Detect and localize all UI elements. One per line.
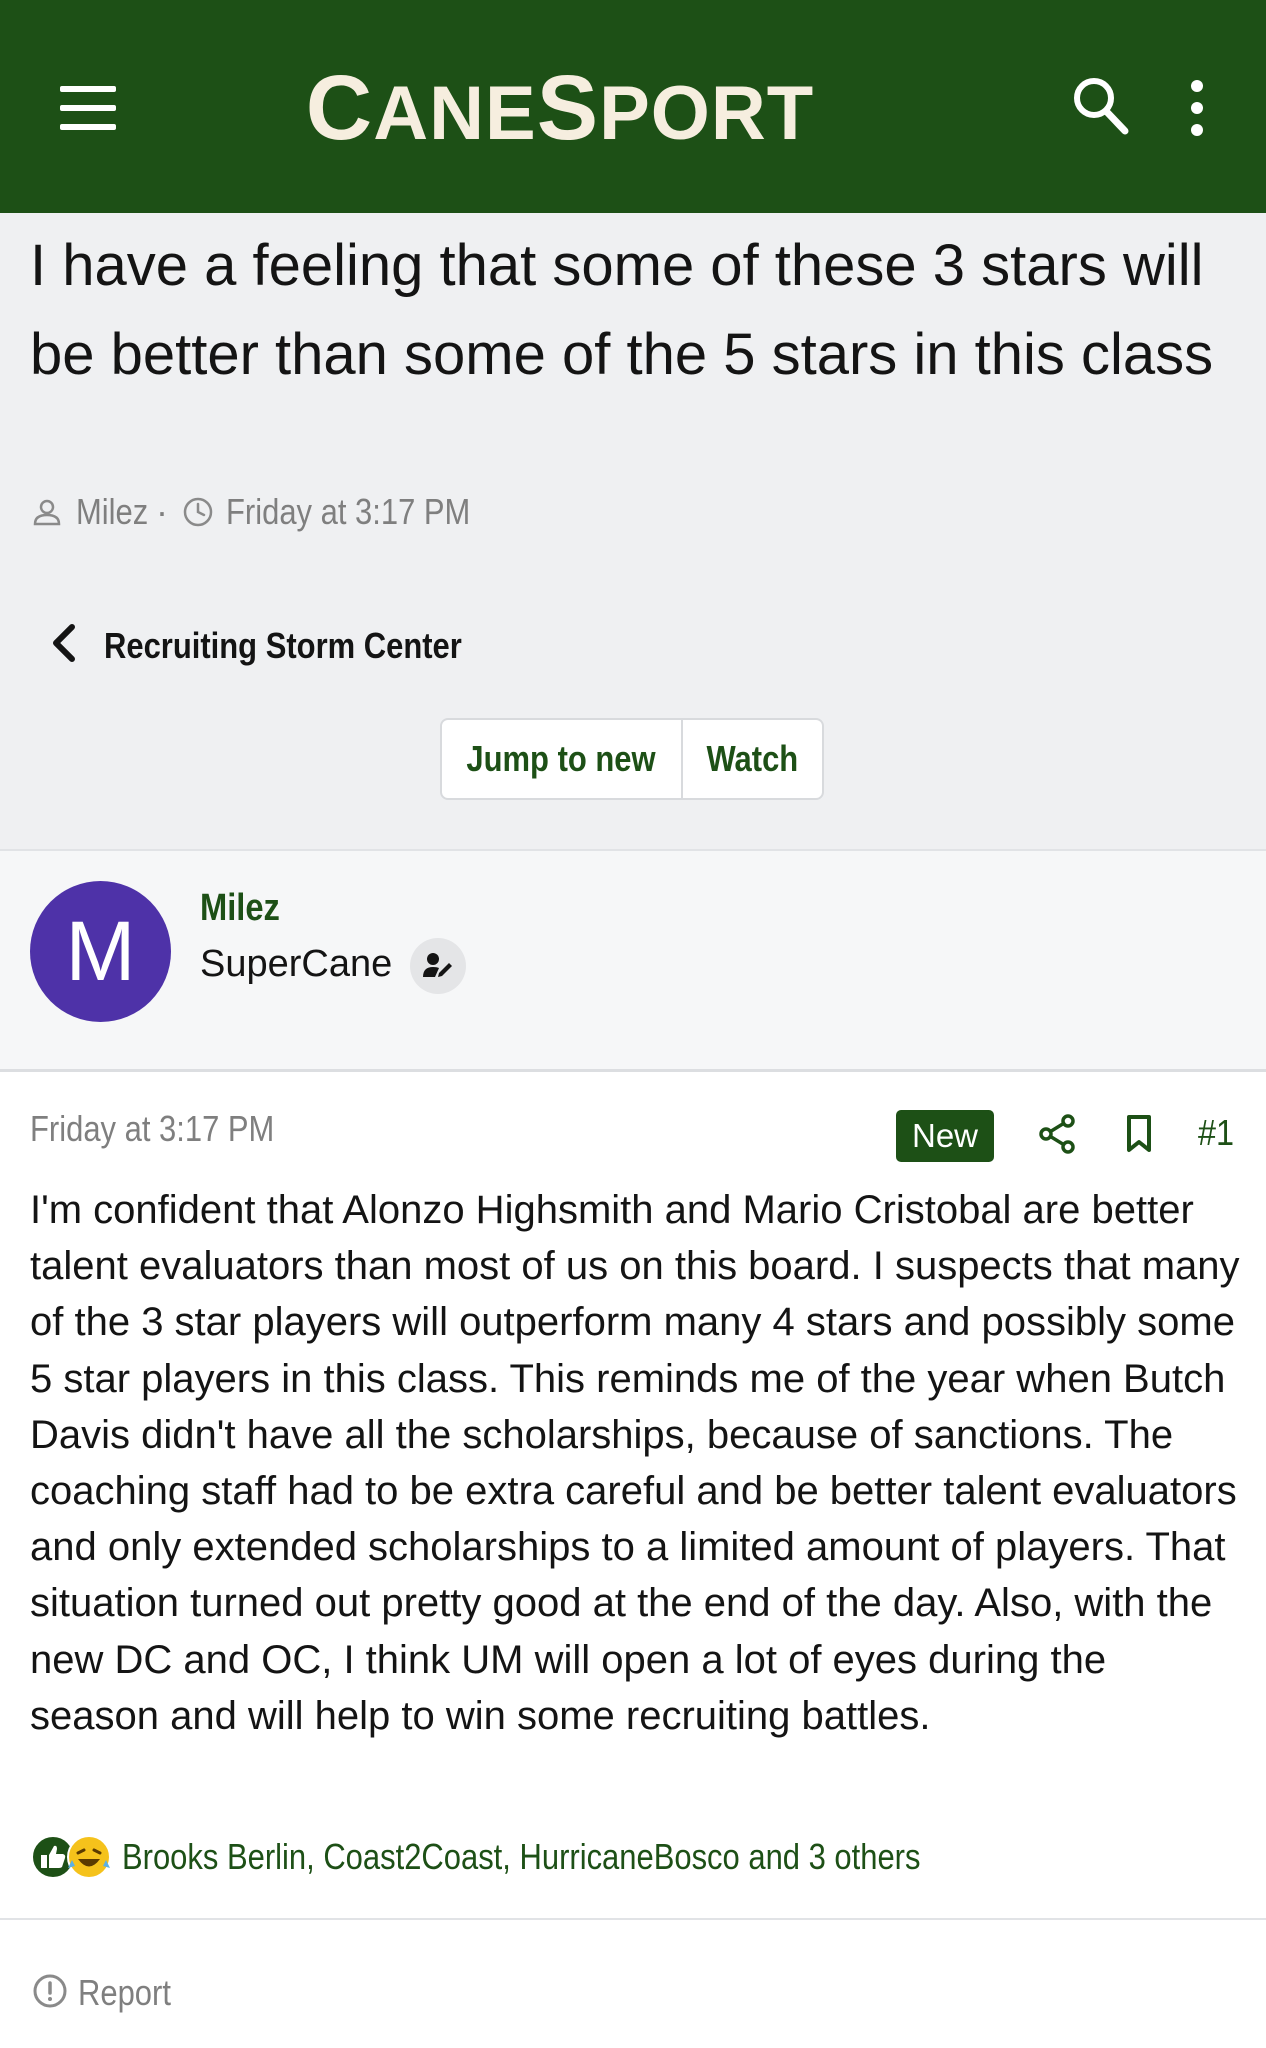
app-header: CANESPORT	[0, 0, 1266, 213]
search-icon[interactable]	[1070, 74, 1130, 136]
jump-to-new-button[interactable]: Jump to new	[442, 720, 683, 798]
post-author-card: M Milez SuperCane	[0, 849, 1266, 1072]
more-vertical-icon[interactable]	[1186, 80, 1208, 136]
report-button[interactable]: Report	[32, 1972, 186, 2014]
forum-name: Recruiting Storm Center	[104, 624, 462, 666]
thread-author[interactable]: Milez	[76, 491, 148, 533]
report-label: Report	[78, 1972, 171, 2013]
chevron-left-icon	[50, 623, 78, 668]
post-permalink[interactable]: #1	[1198, 1112, 1234, 1154]
bookmark-icon[interactable]	[1122, 1112, 1156, 1156]
post: Friday at 3:17 PM New #1 I'm confident t…	[0, 1072, 1266, 2048]
avatar[interactable]: M	[30, 881, 171, 1022]
user-edit-icon	[410, 938, 466, 994]
thread-meta: Milez · Friday at 3:17 PM	[32, 491, 510, 533]
post-body: I'm confident that Alonzo Highsmith and …	[30, 1188, 1240, 1738]
clock-icon	[182, 496, 214, 528]
new-badge: New	[896, 1110, 994, 1162]
thread-title: I have a feeling that some of these 3 st…	[30, 233, 1214, 387]
user-title: SuperCane	[200, 943, 393, 985]
reactions-users[interactable]: Brooks Berlin, Coast2Coast, HurricaneBos…	[122, 1836, 920, 1878]
thread-date[interactable]: Friday at 3:17 PM	[226, 491, 470, 533]
reactions-bar: Brooks Berlin, Coast2Coast, HurricaneBos…	[30, 1834, 1050, 1880]
forum-breadcrumb[interactable]: Recruiting Storm Center	[50, 623, 520, 668]
user-icon	[32, 497, 62, 527]
post-username[interactable]: Milez	[200, 887, 280, 930]
post-date[interactable]: Friday at 3:17 PM	[30, 1108, 274, 1150]
hamburger-menu-icon[interactable]	[60, 86, 116, 130]
share-icon[interactable]	[1036, 1112, 1080, 1156]
site-logo[interactable]: CANESPORT	[250, 58, 870, 158]
watch-button[interactable]: Watch	[683, 720, 822, 798]
divider	[0, 1918, 1266, 1920]
alert-circle-icon	[32, 1973, 68, 2014]
thread-header: I have a feeling that some of these 3 st…	[0, 213, 1266, 849]
thread-actions: Jump to new Watch	[440, 718, 824, 800]
meta-separator: ·	[156, 491, 169, 532]
laughing-emoji-icon	[66, 1834, 112, 1885]
reaction-icons[interactable]	[30, 1834, 112, 1880]
